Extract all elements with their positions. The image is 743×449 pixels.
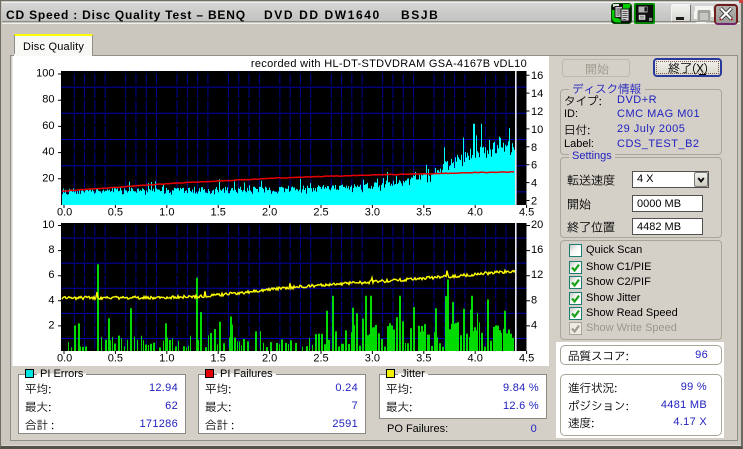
- svg-text:8: 8: [48, 244, 54, 256]
- svg-text:1.5: 1.5: [211, 353, 226, 365]
- svg-text:16: 16: [531, 70, 543, 82]
- svg-text:10: 10: [531, 124, 543, 136]
- svg-text:4: 4: [48, 294, 54, 306]
- svg-text:0.5: 0.5: [108, 353, 123, 365]
- svg-text:8: 8: [531, 294, 537, 306]
- svg-text:6: 6: [531, 160, 537, 172]
- svg-text:12: 12: [531, 269, 543, 281]
- svg-text:10: 10: [42, 219, 54, 231]
- svg-text:1.5: 1.5: [211, 207, 226, 219]
- svg-text:14: 14: [531, 88, 543, 100]
- svg-text:1.0: 1.0: [159, 353, 174, 365]
- svg-text:100: 100: [36, 68, 54, 80]
- svg-text:4: 4: [531, 319, 537, 331]
- svg-text:1.0: 1.0: [159, 207, 174, 219]
- svg-text:4.5: 4.5: [519, 207, 534, 219]
- svg-text:3.0: 3.0: [365, 353, 380, 365]
- svg-text:4: 4: [531, 178, 537, 190]
- svg-text:3.0: 3.0: [365, 207, 380, 219]
- svg-text:20: 20: [42, 172, 54, 184]
- svg-text:8: 8: [531, 142, 537, 154]
- svg-text:4.0: 4.0: [468, 207, 483, 219]
- svg-text:2.0: 2.0: [262, 207, 277, 219]
- svg-text:2.0: 2.0: [262, 353, 277, 365]
- svg-text:3.5: 3.5: [416, 353, 431, 365]
- svg-text:16: 16: [531, 244, 543, 256]
- svg-text:0.0: 0.0: [57, 207, 72, 219]
- svg-text:2.5: 2.5: [313, 353, 328, 365]
- svg-text:20: 20: [531, 219, 543, 231]
- svg-text:0.5: 0.5: [108, 207, 123, 219]
- svg-text:40: 40: [42, 146, 54, 158]
- svg-text:12: 12: [531, 106, 543, 118]
- svg-text:4.0: 4.0: [468, 353, 483, 365]
- svg-text:2.5: 2.5: [313, 207, 328, 219]
- svg-text:80: 80: [42, 94, 54, 106]
- svg-text:2: 2: [48, 319, 54, 331]
- svg-text:3.5: 3.5: [416, 207, 431, 219]
- svg-text:4.5: 4.5: [519, 353, 534, 365]
- svg-text:6: 6: [48, 269, 54, 281]
- svg-text:recorded with HL-DT-STDVDRAM G: recorded with HL-DT-STDVDRAM GSA-4167B v…: [251, 58, 527, 70]
- svg-text:60: 60: [42, 120, 54, 132]
- svg-text:0.0: 0.0: [57, 353, 72, 365]
